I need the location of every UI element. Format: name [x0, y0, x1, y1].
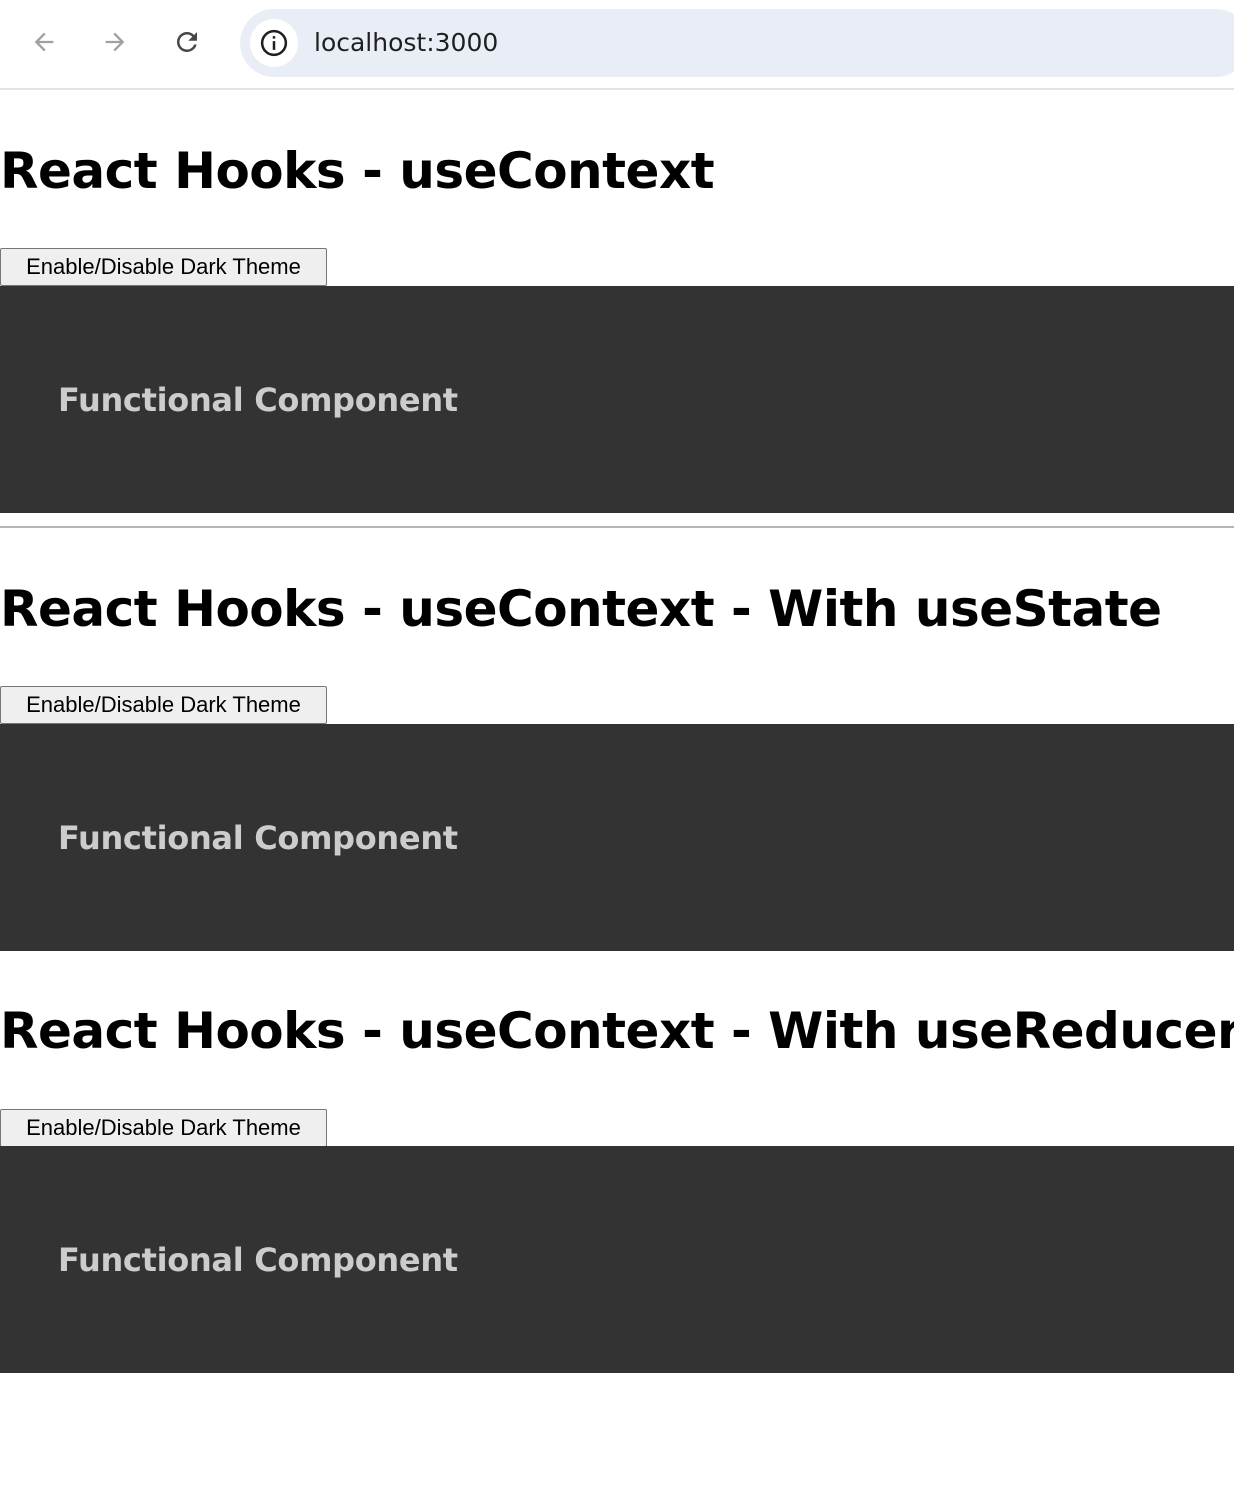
reload-icon	[176, 31, 197, 52]
section-title: React Hooks - useContext	[0, 142, 715, 200]
panel-heading: Functional Component	[58, 819, 458, 857]
toggle-dark-theme-button[interactable]: Enable/Disable Dark Theme	[0, 686, 327, 724]
back-button[interactable]	[22, 20, 66, 64]
info-icon	[260, 29, 288, 57]
browser-toolbar: localhost:3000	[0, 0, 1234, 90]
panel-heading: Functional Component	[58, 381, 458, 419]
panel-heading: Functional Component	[58, 1241, 458, 1279]
toggle-dark-theme-button[interactable]: Enable/Disable Dark Theme	[0, 1109, 327, 1147]
horizontal-divider	[0, 526, 1234, 528]
themed-panel: Functional Component	[0, 286, 1234, 513]
section-title: React Hooks - useContext - With useReduc…	[0, 1002, 1234, 1060]
forward-button[interactable]	[93, 20, 137, 64]
reload-button[interactable]	[165, 20, 209, 64]
url-text[interactable]: localhost:3000	[314, 26, 498, 60]
themed-panel: Functional Component	[0, 724, 1234, 951]
site-info-button[interactable]	[250, 19, 298, 67]
toggle-dark-theme-button[interactable]: Enable/Disable Dark Theme	[0, 248, 327, 286]
address-bar[interactable]: localhost:3000	[240, 9, 1234, 77]
arrow-left-icon	[34, 32, 54, 52]
arrow-right-icon	[105, 32, 125, 52]
section-title: React Hooks - useContext - With useState	[0, 580, 1162, 638]
themed-panel: Functional Component	[0, 1146, 1234, 1373]
